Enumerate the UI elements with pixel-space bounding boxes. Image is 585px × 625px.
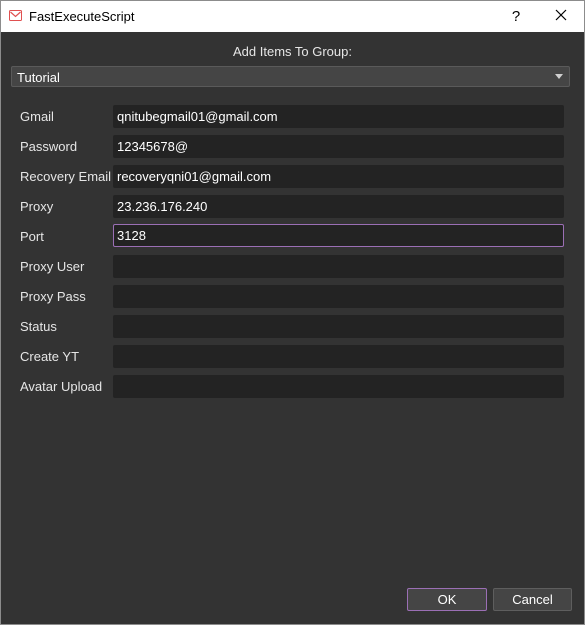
port-label: Port (20, 229, 44, 244)
recovery-email-label: Recovery Email (20, 169, 112, 184)
password-field[interactable] (113, 135, 564, 158)
ok-button[interactable]: OK (407, 588, 487, 611)
status-field[interactable] (113, 315, 564, 338)
close-icon (555, 9, 567, 24)
window-title: FastExecuteScript (29, 9, 135, 24)
proxy-field[interactable] (113, 195, 564, 218)
dialog-content: Add Items To Group: Tutorial Gmail Passw… (1, 32, 584, 624)
avatar-upload-label: Avatar Upload (20, 379, 103, 394)
proxy-user-label: Proxy User (20, 259, 85, 274)
proxy-user-field[interactable] (113, 255, 564, 278)
title-bar[interactable]: FastExecuteScript ? (1, 1, 584, 32)
proxy-pass-label: Proxy Pass (20, 289, 86, 304)
create-yt-label: Create YT (20, 349, 80, 364)
proxy-pass-field[interactable] (113, 285, 564, 308)
port-field[interactable] (113, 224, 564, 247)
proxy-label: Proxy (20, 199, 54, 214)
close-button[interactable] (539, 1, 583, 32)
dialog-window: FastExecuteScript ? Add Items To Group: … (0, 0, 585, 625)
help-button[interactable]: ? (501, 1, 531, 32)
create-yt-field[interactable] (113, 345, 564, 368)
password-label: Password (20, 139, 78, 154)
gmail-label: Gmail (20, 109, 54, 124)
cancel-button[interactable]: Cancel (493, 588, 572, 611)
chevron-down-icon (555, 74, 563, 79)
avatar-upload-field[interactable] (113, 375, 564, 398)
recovery-email-field[interactable] (113, 165, 564, 188)
dialog-heading: Add Items To Group: (233, 44, 352, 59)
group-select-value: Tutorial (17, 70, 60, 85)
gmail-field[interactable] (113, 105, 564, 128)
app-logo-icon (9, 9, 22, 22)
group-select[interactable]: Tutorial (11, 66, 570, 87)
status-label: Status (20, 319, 57, 334)
